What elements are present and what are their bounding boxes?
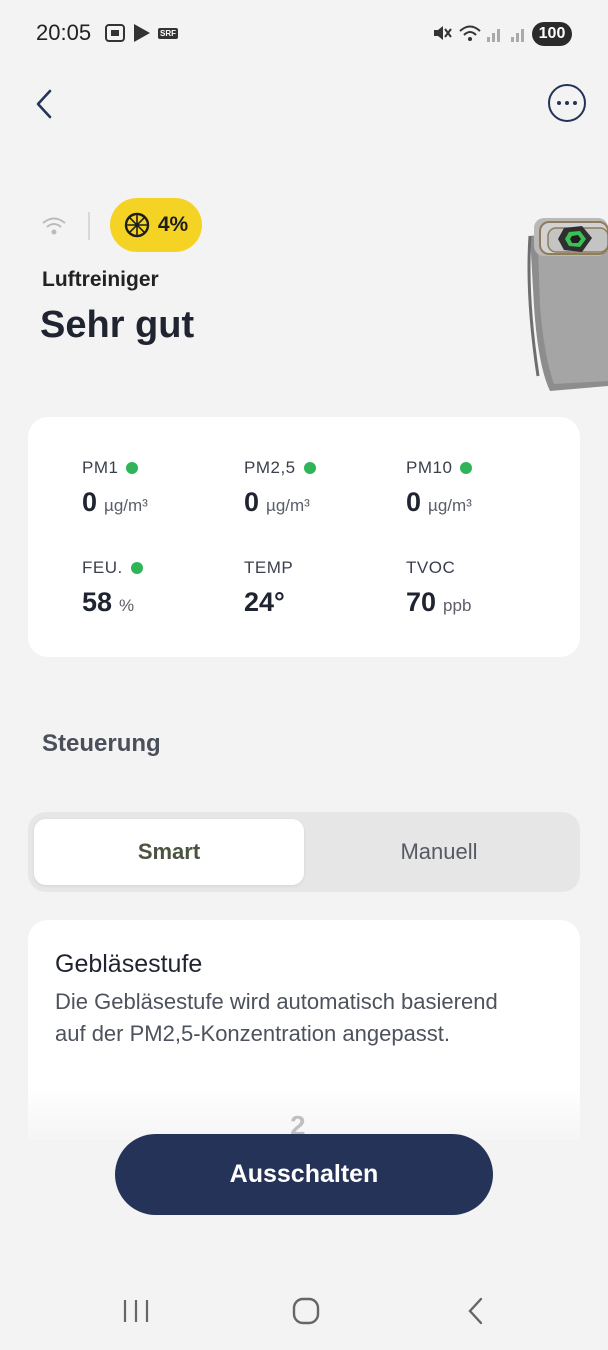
air-purifier-image (520, 206, 608, 396)
fan-speed-card: Gebläsestufe Die Gebläsestufe wird autom… (28, 920, 580, 1141)
mute-icon (432, 22, 452, 44)
back-icon (468, 1297, 483, 1325)
signal-icon-1 (486, 22, 504, 44)
mode-segmented-control: Smart Manuell (28, 812, 580, 892)
header-divider (88, 212, 90, 240)
chevron-left-icon (36, 89, 52, 119)
srf-app-icon: SRF (158, 27, 178, 39)
status-dot (130, 562, 143, 574)
recent-apps-button[interactable] (114, 1294, 158, 1328)
status-time: 20:05 (36, 20, 92, 45)
system-nav-bar (0, 1270, 608, 1350)
metric-pm10: PM10 0 µg/m³ (406, 458, 473, 517)
air-quality-status: Sehr gut (40, 304, 195, 346)
screen-record-icon (104, 22, 126, 44)
filter-percent: 4% (157, 213, 189, 236)
metric-humidity: FEU. 58% (82, 557, 232, 618)
play-icon (132, 22, 152, 44)
home-button[interactable] (284, 1294, 328, 1328)
status-dot (303, 462, 316, 474)
section-title-control: Steuerung (42, 730, 161, 757)
fan-speed-title: Gebläsestufe (55, 950, 203, 978)
metric-pm1: PM1 0 µg/m³ (82, 458, 148, 517)
device-type-label: Luftreiniger (42, 268, 159, 291)
status-bar: 20:05 SRF 100 (0, 0, 608, 68)
metric-pm25: PM2,5 0 µg/m³ (244, 457, 394, 518)
filter-status-badge[interactable]: 4% (110, 198, 202, 252)
battery-indicator: 100 (532, 22, 572, 46)
home-icon (292, 1297, 320, 1325)
wifi-status-icon (458, 22, 482, 44)
mode-manual-button[interactable]: Manuell (304, 819, 574, 885)
status-dot (460, 462, 473, 474)
status-dot (126, 462, 139, 474)
wifi-icon (40, 214, 68, 238)
metric-tvoc: TVOC 70 ppb (406, 558, 472, 617)
recent-apps-icon (123, 1300, 149, 1322)
fan-speed-description: Die Gebläsestufe wird automatisch basier… (55, 989, 498, 1046)
signal-icon-2 (510, 22, 528, 44)
metric-temperature: TEMP 24° (244, 558, 294, 617)
mode-smart-button[interactable]: Smart (34, 819, 304, 885)
filter-icon (124, 212, 150, 238)
back-button[interactable] (24, 82, 64, 126)
more-options-button[interactable] (548, 84, 586, 122)
system-back-button[interactable] (454, 1294, 498, 1328)
air-metrics-card: PM1 0 µg/m³ PM2,5 0 µg/m³ PM10 0 µg/m³ FEU.… (28, 417, 580, 657)
power-off-button[interactable]: Ausschalten (115, 1134, 493, 1215)
